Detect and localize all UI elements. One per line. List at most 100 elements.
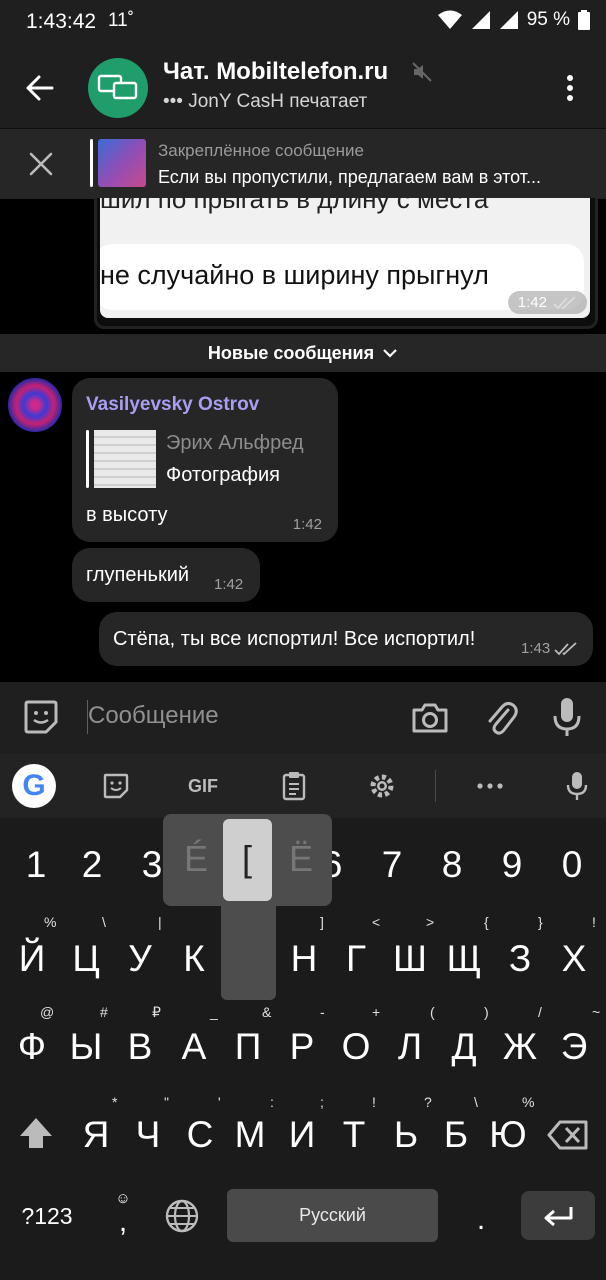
key-Н[interactable]: Н <box>280 934 328 984</box>
message-bubble[interactable]: Vasilyevsky Ostrov Эрих Альфред Фотограф… <box>72 378 338 542</box>
muted-icon <box>412 62 432 82</box>
status-time: 1:43:42 <box>26 10 97 33</box>
key-Б[interactable]: Б <box>432 1110 480 1160</box>
key-hint: ( <box>430 1004 435 1020</box>
chat-title[interactable]: Чат. Mobiltelefon.ru <box>163 58 388 86</box>
message-input-bar: Сообщение <box>0 682 606 754</box>
settings-gear-icon[interactable] <box>362 766 402 806</box>
period-key[interactable]: . <box>466 1200 496 1240</box>
key-К[interactable]: К <box>170 934 218 984</box>
key-hint: _ <box>210 1004 218 1020</box>
key-Ь[interactable]: Ь <box>382 1110 430 1160</box>
key-Ц[interactable]: Ц <box>62 934 110 984</box>
microphone-icon[interactable] <box>552 696 582 738</box>
key-Т[interactable]: Т <box>330 1110 378 1160</box>
spacebar[interactable]: Русский <box>227 1189 438 1242</box>
chat-avatar[interactable] <box>88 58 148 118</box>
key-Щ[interactable]: Щ <box>440 934 488 984</box>
key-1[interactable]: 1 <box>14 840 58 890</box>
key-В[interactable]: В <box>116 1022 164 1072</box>
key-С[interactable]: С <box>176 1110 224 1160</box>
key-Я[interactable]: Я <box>72 1110 120 1160</box>
image-message[interactable]: шил по прыгать в длину с места не случай… <box>94 198 598 329</box>
key-hint: > <box>426 914 435 930</box>
pinned-accent-bar <box>90 139 93 187</box>
key-hint: % <box>44 914 57 930</box>
shift-icon[interactable] <box>16 1112 56 1156</box>
key-hint: - <box>320 1004 325 1020</box>
clipboard-icon[interactable] <box>274 766 314 806</box>
chat-bubbles-icon <box>97 74 138 100</box>
key-hint: @ <box>40 1004 55 1020</box>
key-7[interactable]: 7 <box>370 840 414 890</box>
more-menu-icon[interactable] <box>558 72 582 104</box>
outgoing-message-bubble[interactable]: Стёпа, ты все испортил! Все испортил! 1:… <box>99 612 593 666</box>
key-О[interactable]: О <box>332 1022 380 1072</box>
key-Ч[interactable]: Ч <box>124 1110 172 1160</box>
back-arrow-icon[interactable] <box>22 70 58 106</box>
key-Д[interactable]: Д <box>440 1022 488 1072</box>
key-Г[interactable]: Г <box>332 934 380 984</box>
key-Л[interactable]: Л <box>386 1022 434 1072</box>
message-time: 1:42 <box>292 516 322 533</box>
key-0[interactable]: 0 <box>550 840 594 890</box>
key-З[interactable]: З <box>496 934 544 984</box>
pinned-message-bar[interactable]: Закреплённое сообщение Если вы пропустил… <box>0 128 606 199</box>
key-А[interactable]: А <box>170 1022 218 1072</box>
key-Ж[interactable]: Ж <box>496 1022 544 1072</box>
key-8[interactable]: 8 <box>430 840 474 890</box>
key-Ш[interactable]: Ш <box>386 934 434 984</box>
key-Й[interactable]: Й <box>8 934 56 984</box>
pinned-text: Если вы пропустили, предлагаем вам в это… <box>158 167 542 187</box>
globe-icon[interactable] <box>164 1198 200 1234</box>
key-hint: : <box>270 1094 274 1110</box>
battery-icon <box>578 10 590 30</box>
key-И[interactable]: И <box>278 1110 326 1160</box>
key-Ы[interactable]: Ы <box>62 1022 110 1072</box>
key-П[interactable]: П <box>224 1022 272 1072</box>
emoji-sticker-icon[interactable] <box>96 766 136 806</box>
reply-text: Фотография <box>166 464 280 486</box>
popup-key-yo[interactable]: Ë <box>282 836 320 882</box>
backspace-icon[interactable] <box>546 1114 592 1156</box>
new-messages-label: Новые сообщения <box>207 342 375 363</box>
chat-header: Чат. Mobiltelefon.ru ••• JonY CasH печат… <box>0 46 606 128</box>
message-time: 1:43 <box>521 640 551 657</box>
popup-key-bracket[interactable]: [ <box>228 836 266 882</box>
popup-key-e-acute[interactable]: É <box>178 836 214 882</box>
symbols-key[interactable]: ?123 <box>10 1194 84 1238</box>
image-time-text: 1:42 <box>517 294 547 311</box>
status-temperature: 11˚ <box>108 10 135 31</box>
key-9[interactable]: 9 <box>490 840 534 890</box>
reply-accent-bar <box>86 430 89 488</box>
message-text: Стёпа, ты все испортил! Все испортил! <box>113 628 476 650</box>
gif-button[interactable]: GIF <box>178 766 228 806</box>
comma-key[interactable]: , <box>108 1204 138 1240</box>
key-Р[interactable]: Р <box>278 1022 326 1072</box>
key-М[interactable]: М <box>226 1110 274 1160</box>
new-messages-divider: Новые сообщения <box>0 334 606 372</box>
wifi-icon <box>437 10 462 29</box>
enter-key[interactable] <box>521 1191 595 1240</box>
key-2[interactable]: 2 <box>70 840 114 890</box>
key-Э[interactable]: Э <box>550 1022 598 1072</box>
key-У[interactable]: У <box>116 934 164 984</box>
key-Ф[interactable]: Ф <box>8 1022 56 1072</box>
close-icon[interactable] <box>28 151 54 177</box>
key-hint: { <box>484 914 489 930</box>
key-Ю[interactable]: Ю <box>484 1110 532 1160</box>
key-hint: ; <box>320 1094 324 1110</box>
attachment-icon[interactable] <box>484 698 518 738</box>
message-input[interactable]: Сообщение <box>88 702 219 730</box>
voice-input-icon[interactable] <box>560 766 594 806</box>
key-Х[interactable]: Х <box>550 934 598 984</box>
sticker-icon[interactable] <box>22 698 60 736</box>
message-bubble[interactable]: глупенький 1:42 <box>72 548 260 602</box>
more-icon[interactable] <box>470 766 510 806</box>
sender-avatar[interactable] <box>8 378 62 432</box>
sender-name[interactable]: Vasilyevsky Ostrov <box>86 394 259 416</box>
camera-icon[interactable] <box>410 698 450 738</box>
key-hint: ' <box>218 1094 221 1110</box>
key-hint: % <box>522 1094 535 1110</box>
google-icon[interactable]: G <box>12 764 56 808</box>
